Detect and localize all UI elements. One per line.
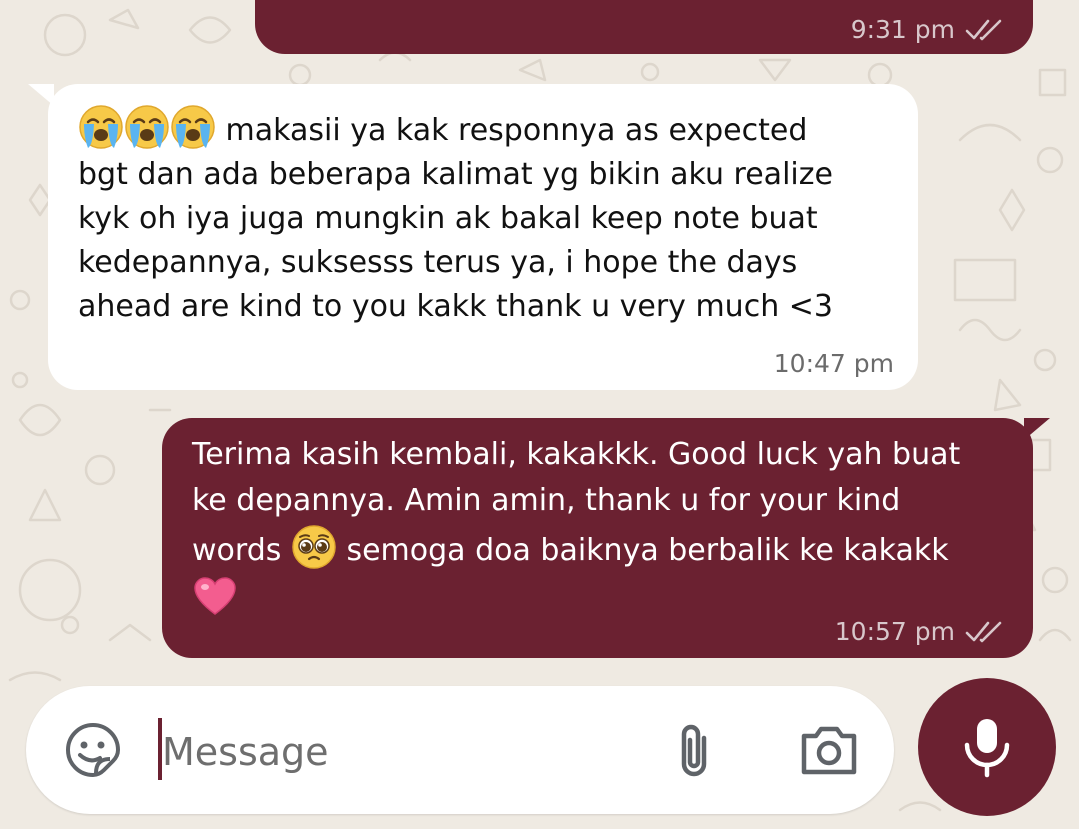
message-timestamp: 10:57 pm	[834, 617, 955, 646]
microphone-button[interactable]	[918, 678, 1056, 816]
message-line-2: bgt dan ada beberapa kalimat yg bikin ak…	[78, 157, 833, 192]
loudly-crying-face-emoji	[125, 105, 169, 149]
message-input[interactable]: Message	[162, 724, 329, 780]
message-meta: 10:57 pm	[835, 617, 1009, 646]
message-line-3: kyk oh iya juga mungkin ak bakal keep no…	[78, 201, 818, 236]
message-text: Terima kasih kembali, kakakkk. Good luck…	[192, 432, 1007, 624]
message-bubble-incoming[interactable]: makasii ya kak responnya as expected bgt…	[48, 84, 918, 390]
message-bubble-outgoing-2[interactable]: Terima kasih kembali, kakakkk. Good luck…	[162, 418, 1033, 658]
message-meta: 10:47 pm	[774, 349, 894, 378]
camera-icon[interactable]	[798, 720, 860, 778]
message-timestamp: 9:31 pm	[850, 15, 955, 44]
message-line-2: ke depannya. Amin amin, thank u for your…	[192, 483, 901, 518]
message-text: makasii ya kak responnya as expected bgt…	[78, 104, 892, 329]
microphone-icon	[964, 719, 1010, 778]
loudly-crying-face-emoji	[79, 105, 123, 149]
message-line-5: ahead are kind to you kakk thank u very …	[78, 289, 833, 324]
message-bubble-outgoing-1[interactable]: 9:31 pm	[255, 0, 1033, 54]
message-line-1: makasii ya kak responnya as expected	[78, 104, 892, 153]
pink-heart-emoji	[194, 577, 236, 615]
message-line-1: Terima kasih kembali, kakakkk. Good luck…	[192, 437, 961, 472]
double-check-icon	[965, 19, 1002, 40]
message-line-3: words semoga doa baiknya berbalik ke kak…	[192, 524, 1007, 574]
message-composer[interactable]: Message	[26, 686, 894, 814]
pleading-face-emoji	[292, 525, 336, 569]
sticker-icon[interactable]	[64, 721, 122, 779]
double-check-icon	[965, 621, 1002, 642]
loudly-crying-face-emoji	[171, 105, 215, 149]
message-line-4: kedepannya, suksesss terus ya, i hope th…	[78, 245, 798, 280]
message-meta: 9:31 pm	[851, 15, 1009, 44]
paperclip-icon[interactable]	[670, 720, 718, 782]
message-timestamp: 10:47 pm	[773, 349, 894, 378]
